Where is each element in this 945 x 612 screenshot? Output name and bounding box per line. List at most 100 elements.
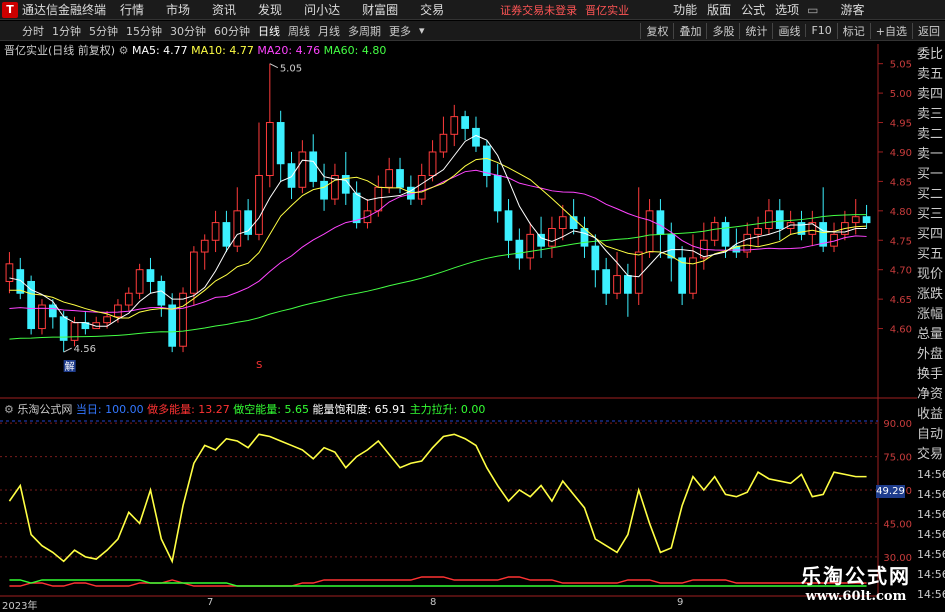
sidebar-item[interactable]: 14:56 bbox=[917, 505, 945, 525]
sidebar-item[interactable]: 交易 bbox=[917, 445, 945, 465]
watermark-title: 乐淘公式网 bbox=[801, 564, 911, 588]
candle-body bbox=[276, 122, 285, 165]
s-marker: S bbox=[256, 360, 262, 371]
ind-tick-label: 45.00 bbox=[883, 519, 912, 530]
candle-body bbox=[450, 116, 459, 135]
candle-body bbox=[656, 210, 665, 235]
sidebar-item[interactable]: 14:56 bbox=[917, 485, 945, 505]
price-tick-label: 4.95 bbox=[890, 119, 912, 130]
indicator-gear-icon[interactable]: ⚙ bbox=[4, 403, 14, 416]
sidebar-item[interactable]: 买五 bbox=[917, 245, 945, 265]
candle-body bbox=[352, 192, 361, 224]
watermark-url: www.60lt.com bbox=[805, 589, 907, 604]
candle-body bbox=[287, 163, 296, 188]
sidebar-item[interactable]: 14:56 bbox=[917, 465, 945, 485]
indicator-value-badge: 49.29 bbox=[876, 485, 905, 498]
price-tick-label: 4.60 bbox=[890, 325, 912, 336]
sidebar-item[interactable]: 卖四 bbox=[917, 85, 945, 105]
candle-body bbox=[775, 210, 784, 229]
candle-body bbox=[526, 233, 535, 259]
price-tick-label: 5.05 bbox=[890, 60, 912, 71]
candle-body bbox=[211, 222, 220, 241]
candle-body bbox=[190, 251, 198, 294]
candle-body bbox=[493, 175, 502, 212]
sidebar-item[interactable]: 14:56 bbox=[917, 585, 945, 605]
candle-body bbox=[374, 186, 383, 212]
sidebar-item[interactable]: 14:56 bbox=[917, 525, 945, 545]
sidebar-item[interactable]: 14:56 bbox=[917, 545, 945, 565]
low-tag: 解 bbox=[65, 360, 75, 373]
sidebar-item[interactable]: 收益 bbox=[917, 405, 945, 425]
candle-body bbox=[439, 133, 448, 153]
sidebar-item[interactable]: 买三 bbox=[917, 205, 945, 225]
sidebar-item[interactable]: 外盘 bbox=[917, 345, 945, 365]
candle-body bbox=[862, 216, 871, 224]
ind-short-energy: 做空能量: 5.65 bbox=[233, 403, 309, 416]
candle-body bbox=[504, 210, 513, 241]
candle-body bbox=[591, 245, 600, 271]
ind-tick-label: 90.00 bbox=[883, 419, 912, 430]
candle-body bbox=[602, 269, 611, 294]
high-marker bbox=[269, 63, 279, 69]
sidebar-item[interactable]: 14:56 bbox=[917, 565, 945, 585]
ind-tick-label: 75.00 bbox=[883, 453, 912, 464]
candle-body bbox=[298, 151, 307, 188]
high-label: 5.05 bbox=[280, 64, 302, 75]
candle-body bbox=[613, 275, 621, 294]
sidebar-item[interactable]: 卖一 bbox=[917, 145, 945, 165]
sidebar-item[interactable]: 卖三 bbox=[917, 105, 945, 125]
candle-body bbox=[265, 122, 274, 177]
candle-body bbox=[48, 304, 57, 318]
price-chart[interactable]: 5.05 5.00 4.95 4.90 4.85 4.80 4.75 4.70 4.65 4.60… bbox=[0, 0, 945, 609]
sidebar-item[interactable]: 买一 bbox=[917, 165, 945, 185]
candle-body bbox=[558, 216, 567, 229]
candle-body bbox=[320, 180, 328, 200]
indicator-info: ⚙ 乐淘公式网 当日: 100.00 做多能量: 13.27 做空能量: 5.6… bbox=[4, 401, 485, 417]
low-marker bbox=[63, 347, 72, 353]
quote-sidebar: 委比 卖五 卖四 卖三 卖二 卖一 买一 买二 买三 买四 买五 现价 涨跌 涨幅 总量 外盘 换手 净资 收益 自动… bbox=[917, 45, 945, 605]
candle-body bbox=[754, 227, 762, 235]
candle-body bbox=[710, 222, 719, 241]
watermark: 乐淘公式网 www.60lt.com bbox=[795, 560, 917, 606]
candle-body bbox=[634, 251, 643, 294]
sidebar-item[interactable]: 净资 bbox=[917, 385, 945, 405]
candle-body bbox=[515, 239, 524, 259]
sidebar-item[interactable]: 总量 bbox=[917, 325, 945, 345]
candle-body bbox=[721, 222, 730, 247]
sidebar-item[interactable]: 买四 bbox=[917, 225, 945, 245]
candle-body bbox=[417, 175, 426, 200]
low-label: 4.56 bbox=[74, 344, 96, 355]
price-tick-label: 4.80 bbox=[890, 207, 912, 218]
sidebar-item[interactable]: 买二 bbox=[917, 185, 945, 205]
price-tick-label: 4.70 bbox=[890, 266, 912, 277]
date-label: 8 bbox=[430, 597, 437, 608]
price-tick-label: 4.75 bbox=[890, 236, 912, 247]
price-tick-label: 5.00 bbox=[890, 89, 912, 100]
candle-body bbox=[16, 269, 25, 294]
ma10-line bbox=[9, 157, 867, 319]
candle-body bbox=[667, 233, 676, 259]
sidebar-item[interactable]: 卖五 bbox=[917, 65, 945, 85]
sidebar-item[interactable]: 换手 bbox=[917, 365, 945, 385]
candle-body bbox=[385, 169, 394, 188]
candle-body bbox=[765, 210, 773, 229]
candle-body bbox=[461, 116, 469, 129]
date-label: 7 bbox=[207, 597, 214, 608]
sidebar-item[interactable]: 现价 bbox=[917, 265, 945, 285]
indicator-name: 乐淘公式网 bbox=[17, 403, 73, 416]
sidebar-item[interactable]: 自动 bbox=[917, 425, 945, 445]
candle-body bbox=[396, 169, 404, 188]
candle-body bbox=[200, 239, 209, 253]
candle-body bbox=[255, 175, 263, 235]
candle-body bbox=[786, 222, 795, 229]
sidebar-item[interactable]: 卖二 bbox=[917, 125, 945, 145]
candle-body bbox=[27, 280, 35, 330]
ind-long-energy: 做多能量: 13.27 bbox=[147, 403, 230, 416]
ind-today: 当日: 100.00 bbox=[75, 403, 144, 416]
candle-body bbox=[124, 292, 133, 306]
sidebar-item[interactable]: 涨跌 bbox=[917, 285, 945, 305]
sidebar-item[interactable]: 委比 bbox=[917, 45, 945, 65]
candle-body bbox=[548, 227, 556, 247]
sidebar-item[interactable]: 涨幅 bbox=[917, 305, 945, 325]
price-tick-label: 4.85 bbox=[890, 177, 912, 188]
